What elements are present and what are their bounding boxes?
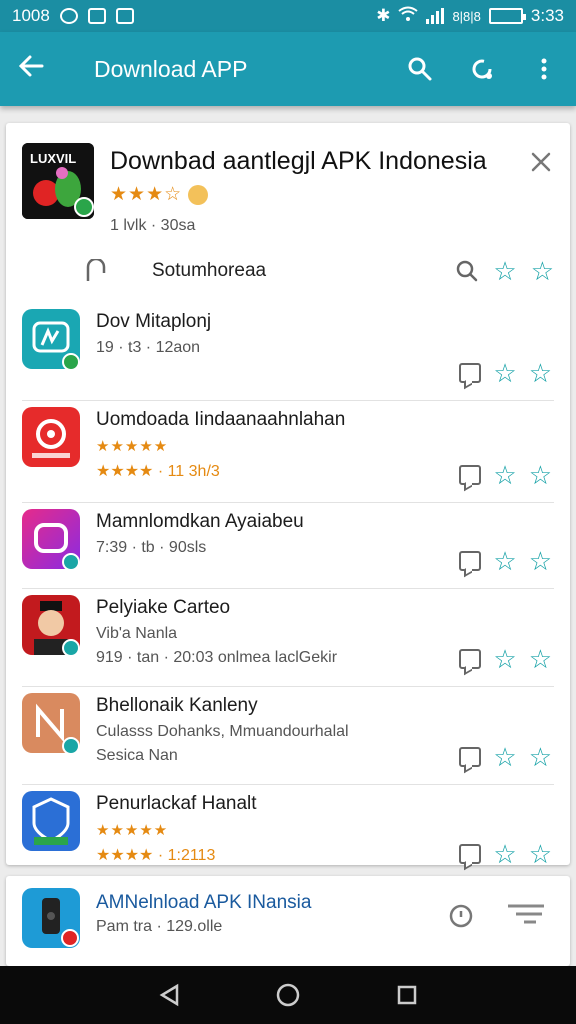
refresh-icon (472, 59, 492, 79)
wifi-icon (398, 6, 419, 27)
featured-app-header[interactable]: LUXVIL Downbad aantlegjl APK Indonesia ★… (22, 143, 552, 243)
app-meta: ★★★★ · 11 3h/3 (96, 463, 220, 480)
app-meta: Sesica Nan (96, 747, 178, 764)
overflow-menu-icon (541, 58, 547, 80)
app-name: Uomdoada Iindaanaahnlahan (96, 409, 346, 430)
bottom-app-icon (22, 888, 80, 948)
list-item[interactable]: Pelyiake Carteo Vib'a Nanla 919 · tan · … (22, 589, 554, 687)
emoji-icon (188, 184, 209, 205)
app-rating: ★★★★★ (96, 822, 169, 839)
system-nav-bar (0, 966, 576, 1024)
close-button[interactable] (530, 149, 552, 179)
overflow-menu-button[interactable] (530, 55, 558, 83)
app-name: Bhellonaik Kanleny (96, 695, 258, 716)
list-item[interactable]: Dov Mitaplonj 19 · t3 · 12aon ☆ ☆ (22, 303, 554, 401)
app-meta: Culasss Dohanks, Mmuandourhalal (96, 723, 349, 740)
signal-icon (426, 8, 445, 24)
recents-square-icon (397, 985, 416, 1005)
star-icon[interactable]: ☆ (493, 548, 516, 574)
nav-back-button[interactable] (149, 975, 189, 1015)
search-row-label: Sotumhoreaa (152, 260, 267, 281)
bluetooth-icon: ✱ (376, 6, 391, 25)
star-icon[interactable]: ☆ (493, 841, 516, 867)
featured-app-rating: ★★★☆ (110, 183, 209, 206)
nav-recents-button[interactable] (387, 975, 427, 1015)
star-icon[interactable]: ☆ (493, 744, 516, 770)
comment-icon[interactable] (459, 465, 482, 485)
app-meta: Vib'a Nanla (96, 625, 178, 642)
app-name: Mamnlomdkan Ayaiabeu (96, 511, 304, 532)
bottom-app-meta: Pam tra · 129.olle (96, 918, 223, 935)
close-icon (531, 152, 551, 172)
search-button[interactable] (406, 55, 434, 83)
star-icon[interactable]: ☆ (529, 462, 552, 488)
comment-icon[interactable] (459, 747, 482, 767)
app-icon (22, 407, 80, 467)
arrow-left-icon (18, 55, 44, 77)
bottom-app-card[interactable]: AMNelnload APK INansia Pam tra · 129.oll… (6, 876, 570, 966)
app-list-card: LUXVIL Downbad aantlegjl APK Indonesia ★… (6, 123, 570, 867)
search-icon (408, 57, 432, 81)
star-icon[interactable]: ☆ (493, 360, 516, 386)
back-triangle-icon (159, 983, 179, 1007)
featured-app-title: Downbad aantlegjl APK Indonesia (110, 147, 487, 175)
star-icon[interactable]: ☆ (529, 841, 552, 867)
message-icon (87, 8, 106, 24)
search-icon[interactable] (455, 259, 479, 283)
list-item[interactable]: Bhellonaik Kanleny Culasss Dohanks, Mmua… (22, 687, 554, 785)
battery-icon (488, 8, 526, 24)
back-button[interactable] (18, 53, 62, 85)
menu-icon[interactable] (506, 902, 546, 933)
nav-home-button[interactable] (268, 975, 308, 1015)
app-name: Pelyiake Carteo (96, 597, 231, 618)
app-meta: 7:39 · tb · 90sls (96, 539, 207, 556)
notification-icon (59, 8, 78, 24)
app-meta: 19 · t3 · 12aon (96, 339, 201, 356)
status-left-text: 1008 (12, 6, 50, 25)
list-item[interactable]: Mamnlomdkan Ayaiabeu 7:39 · tb · 90sls ☆… (22, 503, 554, 589)
timer-icon[interactable] (448, 902, 474, 933)
status-badge (62, 553, 80, 571)
search-row[interactable]: Sotumhoreaa ☆ ☆ (84, 253, 554, 289)
svg-text:LUXVIL: LUXVIL (30, 151, 76, 166)
page-title: Download APP (94, 55, 248, 82)
list-item[interactable]: Uomdoada Iindaanaahnlahan ★★★★★ ★★★★ · 1… (22, 401, 554, 503)
app-icon (22, 791, 80, 851)
status-bar: 1008 ✱ 8|8|8 3:33 (0, 0, 576, 32)
carrier-text: 8|8|8 (452, 8, 481, 24)
app-rating: ★★★★★ (96, 438, 169, 455)
app-meta: 919 · tan · 20:03 onlmea laclGekir (96, 649, 338, 666)
app-meta: ★★★★ · 1:2113 (96, 847, 216, 864)
tag-icon (86, 259, 106, 281)
refresh-button[interactable] (468, 55, 496, 83)
app-bar: Download APP (0, 32, 576, 106)
comment-icon[interactable] (459, 551, 482, 571)
star-icon[interactable]: ☆ (529, 744, 552, 770)
bottom-app-name: AMNelnload APK INansia (96, 892, 312, 913)
star-icon[interactable]: ☆ (493, 462, 516, 488)
app-name: Penurlackaf Hanalt (96, 793, 257, 814)
star-icon[interactable]: ☆ (529, 646, 552, 672)
app-name: Dov Mitaplonj (96, 311, 212, 332)
comment-icon[interactable] (459, 649, 482, 669)
clock: 3:33 (530, 6, 564, 25)
list-item[interactable]: Penurlackaf Hanalt ★★★★★ ★★★★ · 1:2113 ☆… (22, 785, 554, 881)
status-badge (62, 353, 80, 371)
featured-app-meta: 1 lvlk · 30sa (110, 217, 196, 234)
app-list: Dov Mitaplonj 19 · t3 · 12aon ☆ ☆ Uomdoa… (22, 303, 554, 881)
star-icon[interactable]: ☆ (531, 258, 554, 284)
status-badge (62, 639, 80, 657)
star-icon[interactable]: ☆ (493, 258, 516, 284)
status-badge (62, 737, 80, 755)
home-circle-icon (276, 983, 300, 1007)
star-icon[interactable]: ☆ (529, 548, 552, 574)
comment-icon[interactable] (459, 363, 482, 383)
featured-app-icon: LUXVIL (22, 143, 94, 219)
shield-icon (115, 8, 134, 24)
comment-icon[interactable] (459, 844, 482, 864)
star-icon[interactable]: ☆ (493, 646, 516, 672)
star-icon[interactable]: ☆ (529, 360, 552, 386)
